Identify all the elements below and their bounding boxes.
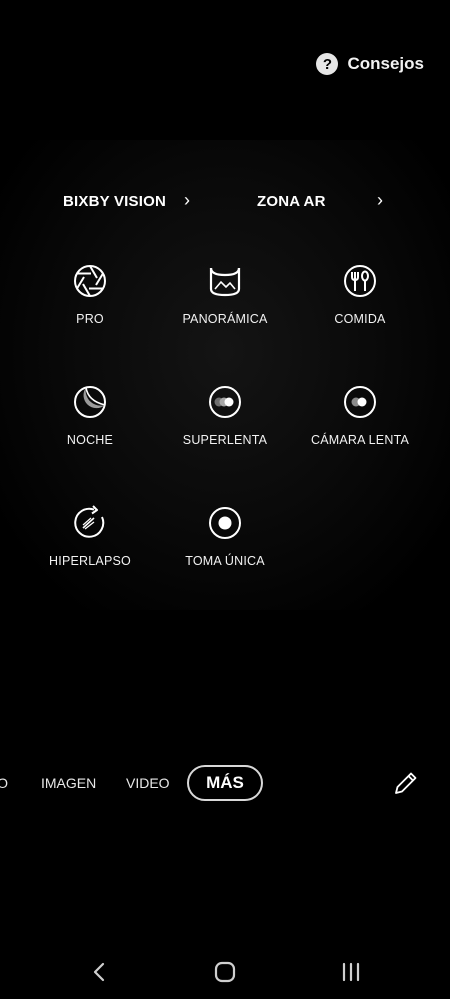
moon-icon: [72, 384, 108, 420]
mode-tab-video[interactable]: VIDEO: [126, 765, 170, 801]
mode-comida[interactable]: COMIDA: [295, 263, 425, 326]
mode-tab-partial[interactable]: CO: [0, 765, 8, 801]
pencil-icon: [392, 769, 420, 797]
mode-panoramica[interactable]: PANORÁMICA: [160, 263, 290, 326]
panorama-icon: [207, 263, 243, 299]
mode-toma-unica[interactable]: TOMA ÚNICA: [160, 505, 290, 568]
mode-label: CÁMARA LENTA: [310, 433, 410, 447]
mode-label: COMIDA: [334, 312, 386, 326]
single-take-icon: [207, 505, 243, 541]
bixby-vision-link[interactable]: BIXBY VISION ›: [63, 189, 198, 213]
zona-ar-label: ZONA AR: [257, 192, 326, 210]
mode-hiperlapso[interactable]: HIPERLAPSO: [25, 505, 155, 568]
zona-ar-link[interactable]: ZONA AR ›: [257, 189, 392, 213]
tips-button[interactable]: ? Consejos: [316, 51, 424, 77]
mode-label: PANORÁMICA: [182, 312, 268, 326]
nav-recent-apps-button[interactable]: [336, 958, 366, 986]
mode-noche[interactable]: NOCHE: [25, 384, 155, 447]
mode-label: HIPERLAPSO: [49, 554, 131, 568]
hyperlapse-icon: [72, 505, 108, 541]
mode-tab-imagen[interactable]: IMAGEN: [41, 765, 96, 801]
food-icon: [342, 263, 378, 299]
mode-superlenta[interactable]: SUPERLENTA: [160, 384, 290, 447]
back-chevron-icon: [84, 958, 114, 986]
mode-label: PRO: [76, 312, 104, 326]
mode-label: SUPERLENTA: [182, 433, 268, 447]
chevron-right-icon: ›: [184, 190, 190, 210]
nav-home-button[interactable]: [210, 958, 240, 986]
recent-apps-icon: [336, 958, 366, 986]
mode-tab-mas-selected[interactable]: MÁS: [187, 765, 263, 801]
mode-camara-lenta[interactable]: CÁMARA LENTA: [295, 384, 425, 447]
home-icon: [210, 958, 240, 986]
mode-label: TOMA ÚNICA: [185, 554, 265, 568]
aperture-icon: [72, 263, 108, 299]
mode-pro[interactable]: PRO: [25, 263, 155, 326]
chevron-right-icon: ›: [377, 190, 383, 210]
tips-label: Consejos: [347, 54, 424, 73]
question-circle-icon: ?: [316, 53, 339, 75]
mode-label: NOCHE: [66, 433, 114, 447]
camera-more-modes-screen: ? Consejos BIXBY VISION › ZONA AR › PRO: [0, 0, 450, 999]
bixby-vision-label: BIXBY VISION: [63, 192, 166, 210]
nav-back-button[interactable]: [84, 958, 114, 986]
slow-motion-icon: [342, 384, 378, 420]
edit-modes-button[interactable]: [392, 769, 420, 797]
camera-mode-bar: CO IMAGEN VIDEO MÁS: [0, 765, 450, 801]
super-slow-motion-icon: [207, 384, 243, 420]
